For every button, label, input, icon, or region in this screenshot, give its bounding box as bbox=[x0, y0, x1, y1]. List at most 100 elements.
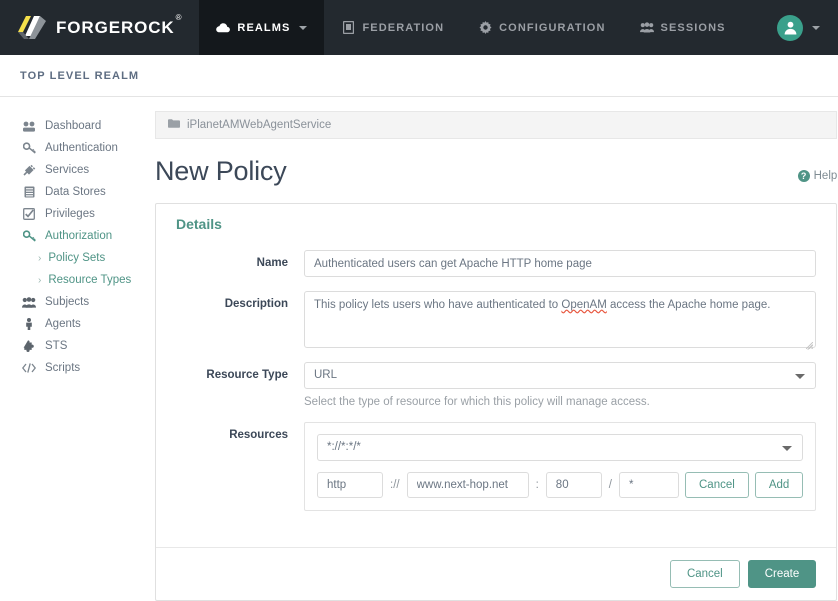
main-content: iPlanetAMWebAgentService New Policy ? He… bbox=[155, 97, 838, 596]
description-text-after: access the Apache home page. bbox=[607, 299, 771, 311]
resource-url-builder-row: :// : / Cancel Add bbox=[317, 472, 803, 498]
port-separator: : bbox=[535, 479, 540, 491]
resource-type-value[interactable]: URL bbox=[304, 362, 816, 389]
forgerock-logo-icon bbox=[16, 12, 47, 43]
app-window: FORGEROCK® REALMS FEDERATION CO bbox=[0, 0, 838, 596]
sidebar-item-label: STS bbox=[45, 340, 67, 352]
puzzle-icon bbox=[22, 340, 36, 352]
details-panel-footer: Cancel Create bbox=[156, 547, 836, 600]
resource-pattern-select[interactable]: *://*:*/* bbox=[317, 434, 803, 461]
sidebar-item-privileges[interactable]: Privileges bbox=[0, 203, 155, 225]
create-button[interactable]: Create bbox=[748, 560, 817, 588]
nav-item-label: SESSIONS bbox=[661, 22, 726, 34]
breadcrumb[interactable]: iPlanetAMWebAgentService bbox=[155, 111, 837, 139]
help-label: Help bbox=[814, 170, 838, 182]
nav-item-configuration[interactable]: CONFIGURATION bbox=[461, 0, 622, 55]
description-label: Description bbox=[176, 291, 304, 310]
path-separator: / bbox=[608, 479, 613, 491]
user-menu[interactable] bbox=[777, 15, 838, 41]
help-circle-icon: ? bbox=[798, 170, 810, 182]
sidebar-item-subjects[interactable]: Subjects bbox=[0, 291, 155, 313]
nav-item-label: REALMS bbox=[237, 22, 290, 34]
key-icon bbox=[22, 142, 36, 154]
body-wrapper: Dashboard Authentication Services Data S… bbox=[0, 97, 838, 596]
nav-item-federation[interactable]: FEDERATION bbox=[324, 0, 461, 55]
field-row-name: Name bbox=[176, 250, 816, 277]
resource-type-label: Resource Type bbox=[176, 362, 304, 381]
resources-label: Resources bbox=[176, 422, 304, 441]
sidebar-item-dashboard[interactable]: Dashboard bbox=[0, 115, 155, 137]
help-link[interactable]: ? Help bbox=[798, 170, 838, 187]
resource-type-hint: Select the type of resource for which th… bbox=[304, 396, 816, 408]
description-text-before: This policy lets users who have authenti… bbox=[314, 299, 561, 311]
name-label: Name bbox=[176, 250, 304, 269]
field-row-description: Description This policy lets users who h… bbox=[176, 291, 816, 348]
plug-icon bbox=[22, 164, 36, 176]
top-navbar: FORGEROCK® REALMS FEDERATION CO bbox=[0, 0, 838, 55]
resource-port-input[interactable] bbox=[546, 472, 602, 498]
field-row-resources: Resources *://*:*/* :// bbox=[176, 422, 816, 511]
resource-host-input[interactable] bbox=[407, 472, 529, 498]
sidebar-item-policy-sets[interactable]: › Policy Sets bbox=[0, 247, 155, 269]
chevron-right-icon: › bbox=[38, 275, 41, 286]
top-nav-items: REALMS FEDERATION CONFIGURATION SES bbox=[199, 0, 742, 55]
person-icon bbox=[22, 318, 36, 330]
details-panel-header: Details bbox=[156, 204, 836, 242]
nav-item-realms[interactable]: REALMS bbox=[199, 0, 324, 55]
database-icon bbox=[22, 186, 36, 198]
nav-item-sessions[interactable]: SESSIONS bbox=[623, 0, 743, 55]
resource-pattern-value[interactable]: *://*:*/* bbox=[317, 434, 803, 461]
checkbox-icon bbox=[22, 208, 36, 220]
nav-item-label: FEDERATION bbox=[362, 22, 444, 34]
chevron-down-icon bbox=[299, 26, 307, 30]
sidebar-item-sts[interactable]: STS bbox=[0, 335, 155, 357]
chevron-right-icon: › bbox=[38, 253, 41, 264]
sidebar-item-resource-types[interactable]: › Resource Types bbox=[0, 269, 155, 291]
chevron-down-icon[interactable] bbox=[812, 26, 820, 30]
sidebar-item-label: Scripts bbox=[45, 362, 80, 374]
sidebar-item-authentication[interactable]: Authentication bbox=[0, 137, 155, 159]
description-misspelled-word: OpenAM bbox=[561, 299, 606, 311]
resource-cancel-button[interactable]: Cancel bbox=[685, 472, 749, 498]
brand-name: FORGEROCK® bbox=[56, 18, 181, 38]
sidebar-item-agents[interactable]: Agents bbox=[0, 313, 155, 335]
folder-icon bbox=[168, 119, 180, 131]
sidebar-item-label: Agents bbox=[45, 318, 81, 330]
name-input[interactable] bbox=[304, 250, 816, 277]
dashboard-icon bbox=[22, 121, 36, 132]
field-row-resource-type: Resource Type URL Select the type of res… bbox=[176, 362, 816, 408]
code-icon bbox=[22, 363, 36, 373]
resources-box: *://*:*/* :// : / bbox=[304, 422, 816, 511]
resource-type-select[interactable]: URL bbox=[304, 362, 816, 389]
sidebar-item-services[interactable]: Services bbox=[0, 159, 155, 181]
sidebar-item-data-stores[interactable]: Data Stores bbox=[0, 181, 155, 203]
resource-add-button[interactable]: Add bbox=[755, 472, 803, 498]
key-icon bbox=[22, 230, 36, 242]
details-heading: Details bbox=[176, 216, 816, 232]
breadcrumb-label[interactable]: iPlanetAMWebAgentService bbox=[187, 119, 331, 131]
sidebar-item-label: Authentication bbox=[45, 142, 118, 154]
sidebar-item-label: Data Stores bbox=[45, 186, 106, 198]
resource-scheme-input[interactable] bbox=[317, 472, 383, 498]
details-panel-body: Name Description This policy lets users … bbox=[156, 242, 836, 547]
sidebar-item-scripts[interactable]: Scripts bbox=[0, 357, 155, 379]
user-avatar-icon[interactable] bbox=[777, 15, 803, 41]
title-row: New Policy ? Help bbox=[155, 156, 837, 187]
users-icon bbox=[640, 22, 654, 33]
sidebar-item-authorization[interactable]: Authorization bbox=[0, 225, 155, 247]
cancel-button[interactable]: Cancel bbox=[670, 560, 740, 588]
nav-item-label: CONFIGURATION bbox=[499, 22, 605, 34]
gear-icon bbox=[478, 21, 492, 34]
page-title: New Policy bbox=[155, 156, 287, 187]
sidebar-item-label: Dashboard bbox=[45, 120, 101, 132]
sidebar-subitem-label: Resource Types bbox=[48, 274, 131, 286]
realm-title: TOP LEVEL REALM bbox=[20, 70, 139, 82]
users-icon bbox=[22, 297, 36, 308]
book-icon bbox=[341, 21, 355, 34]
cloud-icon bbox=[216, 23, 230, 33]
brand-trademark: ® bbox=[176, 13, 183, 22]
description-textarea[interactable]: This policy lets users who have authenti… bbox=[304, 291, 816, 348]
resource-path-input[interactable] bbox=[619, 472, 679, 498]
sidebar-item-label: Privileges bbox=[45, 208, 95, 220]
brand-logo[interactable]: FORGEROCK® bbox=[0, 0, 199, 55]
